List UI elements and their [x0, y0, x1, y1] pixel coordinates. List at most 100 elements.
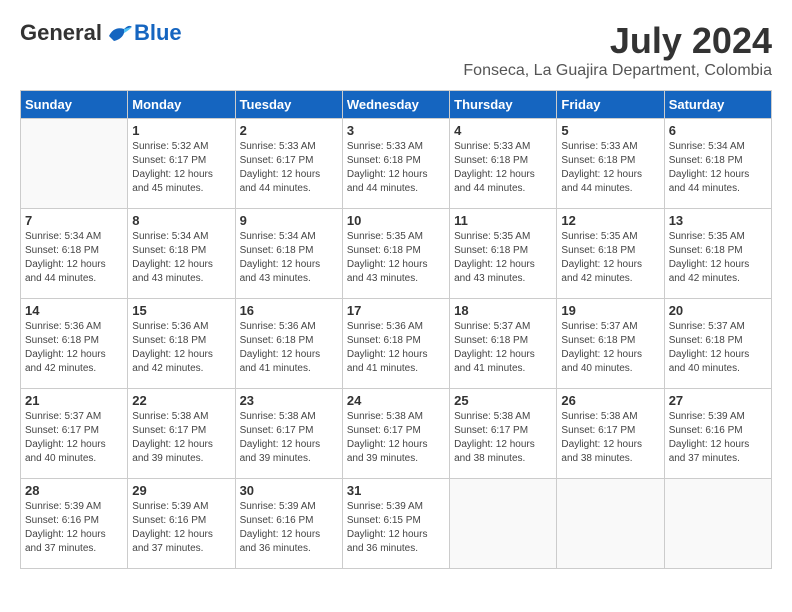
calendar-table: SundayMondayTuesdayWednesdayThursdayFrid…	[20, 90, 772, 569]
logo-bird-icon	[104, 21, 134, 46]
weekday-header-friday: Friday	[557, 91, 664, 119]
calendar-cell: 6 Sunrise: 5:34 AM Sunset: 6:18 PM Daylig…	[664, 119, 771, 209]
calendar-cell: 2 Sunrise: 5:33 AM Sunset: 6:17 PM Daylig…	[235, 119, 342, 209]
day-info: Sunrise: 5:38 AM Sunset: 6:17 PM Dayligh…	[132, 410, 230, 466]
day-number: 31	[347, 483, 445, 498]
day-number: 14	[25, 303, 123, 318]
day-info: Sunrise: 5:34 AM Sunset: 6:18 PM Dayligh…	[669, 140, 767, 196]
calendar-cell: 26Sunrise: 5:38 AM Sunset: 6:17 PM Dayli…	[557, 389, 664, 479]
weekday-header-monday: Monday	[128, 91, 235, 119]
day-info: Sunrise: 5:38 AM Sunset: 6:17 PM Dayligh…	[454, 410, 552, 466]
day-info: Sunrise: 5:39 AM Sunset: 6:16 PM Dayligh…	[240, 500, 338, 556]
day-info: Sunrise: 5:34 AM Sunset: 6:18 PM Dayligh…	[240, 230, 338, 286]
day-info: Sunrise: 5:37 AM Sunset: 6:18 PM Dayligh…	[561, 320, 659, 376]
day-info: Sunrise: 5:35 AM Sunset: 6:18 PM Dayligh…	[669, 230, 767, 286]
day-number: 18	[454, 303, 552, 318]
calendar-cell: 5Sunrise: 5:33 AM Sunset: 6:18 PM Daylig…	[557, 119, 664, 209]
calendar-cell: 22 Sunrise: 5:38 AM Sunset: 6:17 PM Dayli…	[128, 389, 235, 479]
day-info: Sunrise: 5:34 AM Sunset: 6:18 PM Dayligh…	[25, 230, 123, 286]
day-info: Sunrise: 5:32 AM Sunset: 6:17 PM Dayligh…	[132, 140, 230, 196]
day-info: Sunrise: 5:37 AM Sunset: 6:18 PM Dayligh…	[669, 320, 767, 376]
calendar-cell	[557, 479, 664, 569]
calendar-cell: 30 Sunrise: 5:39 AM Sunset: 6:16 PM Dayli…	[235, 479, 342, 569]
day-number: 10	[347, 213, 445, 228]
calendar-cell: 19Sunrise: 5:37 AM Sunset: 6:18 PM Dayli…	[557, 299, 664, 389]
calendar-cell: 10 Sunrise: 5:35 AM Sunset: 6:18 PM Dayli…	[342, 209, 449, 299]
day-info: Sunrise: 5:33 AM Sunset: 6:18 PM Dayligh…	[561, 140, 659, 196]
day-number: 27	[669, 393, 767, 408]
logo-blue-text: Blue	[134, 20, 182, 46]
calendar-cell: 13 Sunrise: 5:35 AM Sunset: 6:18 PM Dayli…	[664, 209, 771, 299]
day-info: Sunrise: 5:36 AM Sunset: 6:18 PM Dayligh…	[240, 320, 338, 376]
day-info: Sunrise: 5:36 AM Sunset: 6:18 PM Dayligh…	[25, 320, 123, 376]
week-row-4: 21Sunrise: 5:37 AM Sunset: 6:17 PM Dayli…	[21, 389, 772, 479]
calendar-cell: 3 Sunrise: 5:33 AM Sunset: 6:18 PM Daylig…	[342, 119, 449, 209]
calendar-cell: 23 Sunrise: 5:38 AM Sunset: 6:17 PM Dayli…	[235, 389, 342, 479]
page-header: General Blue July 2024 Fonseca, La Guaji…	[20, 20, 772, 80]
day-info: Sunrise: 5:37 AM Sunset: 6:18 PM Dayligh…	[454, 320, 552, 376]
calendar-cell: 4Sunrise: 5:33 AM Sunset: 6:18 PM Daylig…	[450, 119, 557, 209]
calendar-cell: 14 Sunrise: 5:36 AM Sunset: 6:18 PM Dayli…	[21, 299, 128, 389]
day-number: 28	[25, 483, 123, 498]
day-info: Sunrise: 5:37 AM Sunset: 6:17 PM Dayligh…	[25, 410, 123, 466]
calendar-cell	[21, 119, 128, 209]
day-info: Sunrise: 5:35 AM Sunset: 6:18 PM Dayligh…	[561, 230, 659, 286]
calendar-cell: 27 Sunrise: 5:39 AM Sunset: 6:16 PM Dayli…	[664, 389, 771, 479]
week-row-2: 7Sunrise: 5:34 AM Sunset: 6:18 PM Daylig…	[21, 209, 772, 299]
day-number: 22	[132, 393, 230, 408]
day-number: 23	[240, 393, 338, 408]
day-number: 6	[669, 123, 767, 138]
day-info: Sunrise: 5:36 AM Sunset: 6:18 PM Dayligh…	[347, 320, 445, 376]
week-row-5: 28 Sunrise: 5:39 AM Sunset: 6:16 PM Dayli…	[21, 479, 772, 569]
day-number: 24	[347, 393, 445, 408]
day-number: 15	[132, 303, 230, 318]
day-info: Sunrise: 5:33 AM Sunset: 6:18 PM Dayligh…	[454, 140, 552, 196]
calendar-cell: 12 Sunrise: 5:35 AM Sunset: 6:18 PM Dayli…	[557, 209, 664, 299]
calendar-cell: 15 Sunrise: 5:36 AM Sunset: 6:18 PM Dayli…	[128, 299, 235, 389]
day-info: Sunrise: 5:33 AM Sunset: 6:18 PM Dayligh…	[347, 140, 445, 196]
day-info: Sunrise: 5:34 AM Sunset: 6:18 PM Dayligh…	[132, 230, 230, 286]
day-number: 9	[240, 213, 338, 228]
weekday-header-tuesday: Tuesday	[235, 91, 342, 119]
day-number: 13	[669, 213, 767, 228]
day-number: 29	[132, 483, 230, 498]
day-number: 25	[454, 393, 552, 408]
calendar-cell: 25 Sunrise: 5:38 AM Sunset: 6:17 PM Dayli…	[450, 389, 557, 479]
day-number: 16	[240, 303, 338, 318]
calendar-cell: 29 Sunrise: 5:39 AM Sunset: 6:16 PM Dayli…	[128, 479, 235, 569]
day-info: Sunrise: 5:33 AM Sunset: 6:17 PM Dayligh…	[240, 140, 338, 196]
day-info: Sunrise: 5:35 AM Sunset: 6:18 PM Dayligh…	[347, 230, 445, 286]
weekday-header-wednesday: Wednesday	[342, 91, 449, 119]
day-number: 17	[347, 303, 445, 318]
day-number: 20	[669, 303, 767, 318]
title-section: July 2024 Fonseca, La Guajira Department…	[463, 20, 772, 80]
calendar-cell: 9 Sunrise: 5:34 AM Sunset: 6:18 PM Daylig…	[235, 209, 342, 299]
logo: General Blue	[20, 20, 182, 46]
day-number: 12	[561, 213, 659, 228]
weekday-header-thursday: Thursday	[450, 91, 557, 119]
calendar-cell: 31 Sunrise: 5:39 AM Sunset: 6:15 PM Dayli…	[342, 479, 449, 569]
calendar-cell: 18 Sunrise: 5:37 AM Sunset: 6:18 PM Dayli…	[450, 299, 557, 389]
month-year-title: July 2024	[463, 20, 772, 62]
day-info: Sunrise: 5:39 AM Sunset: 6:15 PM Dayligh…	[347, 500, 445, 556]
calendar-cell: 16 Sunrise: 5:36 AM Sunset: 6:18 PM Dayli…	[235, 299, 342, 389]
calendar-cell: 7Sunrise: 5:34 AM Sunset: 6:18 PM Daylig…	[21, 209, 128, 299]
day-number: 2	[240, 123, 338, 138]
week-row-3: 14 Sunrise: 5:36 AM Sunset: 6:18 PM Dayli…	[21, 299, 772, 389]
calendar-cell: 24 Sunrise: 5:38 AM Sunset: 6:17 PM Dayli…	[342, 389, 449, 479]
day-info: Sunrise: 5:38 AM Sunset: 6:17 PM Dayligh…	[347, 410, 445, 466]
calendar-cell	[450, 479, 557, 569]
day-info: Sunrise: 5:36 AM Sunset: 6:18 PM Dayligh…	[132, 320, 230, 376]
logo-general-text: General	[20, 20, 102, 46]
day-info: Sunrise: 5:38 AM Sunset: 6:17 PM Dayligh…	[240, 410, 338, 466]
calendar-cell: 20 Sunrise: 5:37 AM Sunset: 6:18 PM Dayli…	[664, 299, 771, 389]
week-row-1: 1Sunrise: 5:32 AM Sunset: 6:17 PM Daylig…	[21, 119, 772, 209]
day-info: Sunrise: 5:38 AM Sunset: 6:17 PM Dayligh…	[561, 410, 659, 466]
day-info: Sunrise: 5:39 AM Sunset: 6:16 PM Dayligh…	[132, 500, 230, 556]
day-number: 3	[347, 123, 445, 138]
calendar-cell	[664, 479, 771, 569]
day-info: Sunrise: 5:39 AM Sunset: 6:16 PM Dayligh…	[669, 410, 767, 466]
day-number: 30	[240, 483, 338, 498]
weekday-header-saturday: Saturday	[664, 91, 771, 119]
day-number: 11	[454, 213, 552, 228]
